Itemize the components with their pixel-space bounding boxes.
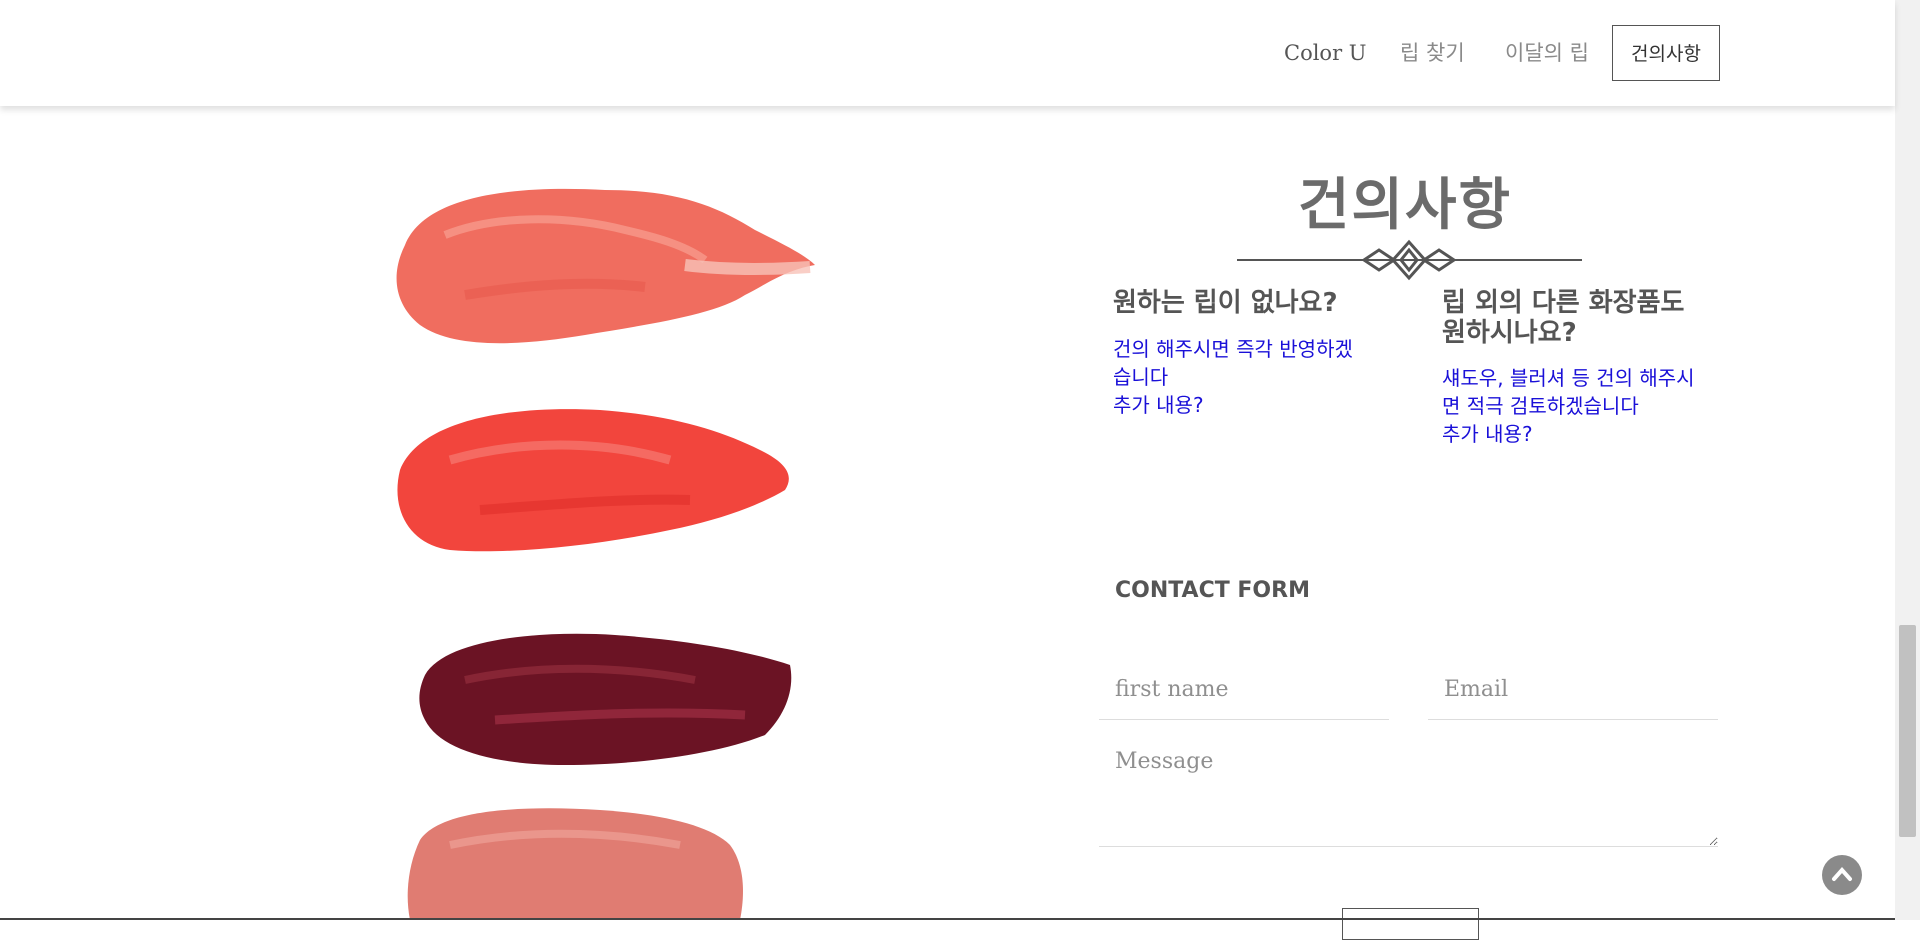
ornament-divider-icon [1237, 239, 1582, 281]
section-title: 건의사항 [1297, 172, 1513, 238]
col2-text: 섀도우, 블러셔 등 건의 해주시 면 적극 검토하겠습니다 추가 내용? [1442, 366, 1695, 446]
col1-heading: 원하는 립이 없나요? [1113, 288, 1338, 318]
nav-item-suggestions[interactable]: 건의사항 [1612, 25, 1720, 81]
col2-heading: 립 외의 다른 화장품도 원하시나요? [1442, 288, 1685, 348]
lipstick-swatch-nude-image [407, 808, 743, 920]
nav-brand-link[interactable]: Color U [1284, 25, 1366, 81]
top-navbar: Color U 립 찾기 이달의 립 건의사항 [0, 0, 1895, 106]
lipstick-swatch-plum-image [419, 633, 792, 765]
nav-item-lip-of-month[interactable]: 이달의 립 [1505, 25, 1589, 81]
lipstick-swatch-coral-image [396, 188, 815, 344]
lipstick-swatch-red-image [397, 409, 789, 552]
submit-button[interactable] [1342, 908, 1479, 940]
scroll-to-top-button[interactable] [1822, 855, 1862, 895]
nav-item-find-lip[interactable]: 립 찾기 [1400, 25, 1465, 81]
email-input[interactable] [1428, 660, 1718, 720]
contact-form-label: CONTACT FORM [1115, 578, 1310, 603]
scrollbar-thumb[interactable] [1899, 625, 1916, 837]
chevron-up-icon [1832, 866, 1852, 881]
col1-text: 건의 해주시면 즉각 반영하겠 습니다 추가 내용? [1113, 337, 1353, 417]
first-name-input[interactable] [1099, 660, 1389, 720]
message-textarea[interactable] [1099, 735, 1718, 847]
